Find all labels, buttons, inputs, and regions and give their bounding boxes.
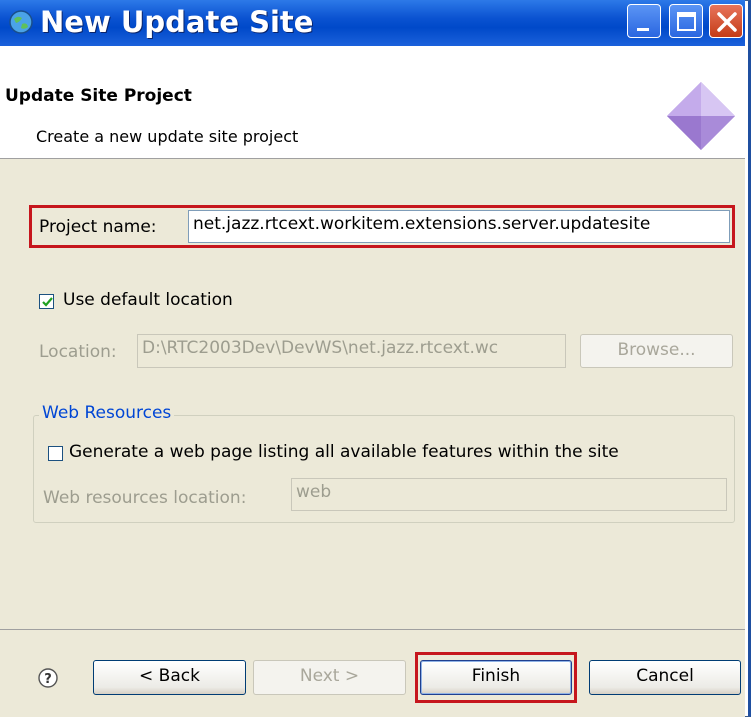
location-input[interactable]: D:\RTC2003Dev\DevWS\net.jazz.rtcext.wc xyxy=(137,334,566,368)
title-bar[interactable]: New Update Site xyxy=(0,0,745,46)
generate-web-page-checkbox[interactable] xyxy=(48,446,63,461)
use-default-location-label: Use default location xyxy=(63,290,233,310)
web-resources-legend: Web Resources xyxy=(39,403,175,423)
minimize-icon xyxy=(637,28,649,31)
update-site-icon xyxy=(9,10,33,34)
check-icon xyxy=(42,297,53,307)
cancel-button[interactable]: Cancel xyxy=(589,660,741,695)
page-title: Update Site Project xyxy=(5,86,192,106)
maximize-button[interactable] xyxy=(669,4,703,38)
window-title: New Update Site xyxy=(40,5,314,39)
next-button[interactable]: Next > xyxy=(253,660,406,695)
generate-web-page-label: Generate a web page listing all availabl… xyxy=(69,442,619,462)
help-icon[interactable]: ? xyxy=(37,667,59,689)
project-name-label: Project name: xyxy=(39,217,157,237)
minimize-button[interactable] xyxy=(627,4,661,38)
close-icon xyxy=(717,12,737,32)
browse-button[interactable]: Browse... xyxy=(580,334,733,368)
web-resources-location-label: Web resources location: xyxy=(43,488,247,508)
wizard-header: Update Site Project Create a new update … xyxy=(0,46,745,159)
close-button[interactable] xyxy=(709,4,743,38)
use-default-location-checkbox[interactable] xyxy=(39,294,54,309)
svg-text:?: ? xyxy=(44,672,52,687)
project-name-input[interactable]: net.jazz.rtcext.workitem.extensions.serv… xyxy=(188,210,730,243)
location-label: Location: xyxy=(39,342,117,362)
web-resources-location-input[interactable]: web xyxy=(291,478,727,511)
back-button[interactable]: < Back xyxy=(93,660,246,695)
finish-button[interactable]: Finish xyxy=(420,660,572,695)
wizard-diamond-icon xyxy=(667,82,735,150)
maximize-icon xyxy=(677,12,696,31)
page-description: Create a new update site project xyxy=(36,127,299,146)
